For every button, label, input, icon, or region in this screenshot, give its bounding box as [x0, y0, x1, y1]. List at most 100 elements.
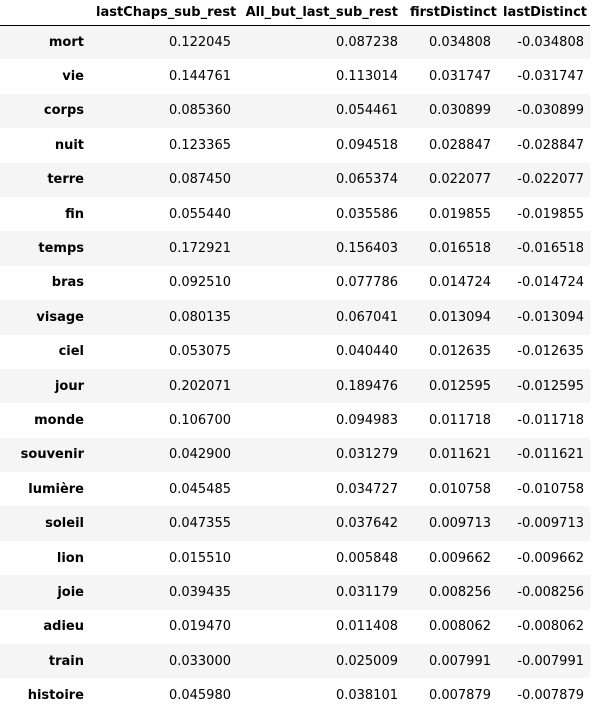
table-cell: 0.156403	[335, 241, 398, 257]
table-row: terre 0.087450 0.065374 0.022077 -0.022077	[0, 162, 590, 197]
table-cell: 0.012595	[428, 378, 491, 394]
table-row: soleil 0.047355 0.037642 0.009713 -0.009713	[0, 506, 590, 541]
table-cell: 0.007991	[428, 653, 491, 669]
table-cell: 0.012635	[428, 344, 491, 360]
table-cell: 0.045485	[168, 481, 231, 497]
table-cell: 0.037642	[335, 516, 398, 532]
table-cell: 0.080135	[168, 309, 231, 325]
table-cell: 0.022077	[428, 172, 491, 188]
table-cell: -0.007879	[517, 688, 584, 704]
table-row: joie 0.039435 0.031179 0.008256 -0.008256	[0, 575, 590, 610]
table-cell: 0.040440	[335, 344, 398, 360]
table-row: vie 0.144761 0.113014 0.031747 -0.031747	[0, 59, 590, 93]
table-row: mort 0.122045 0.087238 0.034808 -0.034808	[0, 25, 590, 60]
table-cell: 0.019855	[428, 206, 491, 222]
table-cell: -0.012635	[517, 344, 584, 360]
row-index-label: lumière	[28, 481, 84, 497]
table-cell: 0.031179	[335, 584, 398, 600]
row-index-label: train	[48, 653, 84, 669]
row-index-label: adieu	[43, 619, 84, 635]
table-cell: 0.202071	[168, 378, 231, 394]
table-cell: 0.031747	[428, 69, 491, 85]
row-index-label: monde	[34, 412, 84, 428]
table-cell: 0.122045	[168, 34, 231, 50]
table-cell: -0.011621	[517, 447, 584, 463]
table-row: fin 0.055440 0.035586 0.019855 -0.019855	[0, 197, 590, 231]
table-cell: 0.172921	[168, 241, 231, 257]
table-cell: -0.011718	[517, 412, 584, 428]
table-cell: 0.077786	[335, 275, 398, 291]
table-cell: 0.054461	[335, 103, 398, 119]
column-header-lastchaps-sub-rest: lastChaps_sub_rest	[90, 0, 237, 26]
table-cell: 0.008062	[428, 619, 491, 635]
table-cell: 0.009662	[428, 550, 491, 566]
table-cell: 0.011408	[335, 619, 398, 635]
table-header: lastChaps_sub_rest All_but_last_sub_rest…	[0, 0, 590, 26]
row-index-label: temps	[38, 241, 84, 257]
table-cell: 0.039435	[168, 584, 231, 600]
table-row: bras 0.092510 0.077786 0.014724 -0.014724	[0, 266, 590, 300]
row-index-label: visage	[36, 309, 84, 325]
table-cell: 0.053075	[168, 344, 231, 360]
table-cell: -0.014724	[517, 275, 584, 291]
table-cell: 0.113014	[335, 69, 398, 85]
dataframe-table: lastChaps_sub_rest All_but_last_sub_rest…	[0, 0, 590, 713]
table-row: lion 0.015510 0.005848 0.009662 -0.009662	[0, 541, 590, 575]
table-cell: 0.047355	[168, 516, 231, 532]
table-cell: 0.015510	[168, 550, 231, 566]
row-index-label: joie	[57, 584, 84, 600]
table-cell: 0.087450	[168, 172, 231, 188]
table-cell: -0.028847	[517, 137, 584, 153]
table-row: lumière 0.045485 0.034727 0.010758 -0.010758	[0, 472, 590, 506]
table-row: adieu 0.019470 0.011408 0.008062 -0.008062	[0, 610, 590, 644]
table-row: monde 0.106700 0.094983 0.011718 -0.011718	[0, 403, 590, 437]
table-cell: -0.008062	[517, 619, 584, 635]
table-cell: -0.010758	[517, 481, 584, 497]
table-cell: 0.085360	[168, 103, 231, 119]
header-row: lastChaps_sub_rest All_but_last_sub_rest…	[0, 0, 590, 26]
table-cell: 0.033000	[168, 653, 231, 669]
table-cell: 0.106700	[168, 412, 231, 428]
table-cell: -0.009713	[517, 516, 584, 532]
table-cell: 0.031279	[335, 447, 398, 463]
table-cell: 0.005848	[335, 550, 398, 566]
row-index-label: fin	[65, 206, 84, 222]
table-cell: 0.094518	[335, 137, 398, 153]
column-header-all-but-last-sub-rest: All_but_last_sub_rest	[237, 0, 404, 26]
table-body: mort 0.122045 0.087238 0.034808 -0.034808 vie…	[0, 25, 590, 713]
table-cell: 0.016518	[428, 241, 491, 257]
table-cell: 0.123365	[168, 137, 231, 153]
row-index-label: soleil	[45, 516, 84, 532]
column-header-firstdistinct: firstDistinct	[404, 0, 497, 26]
table-cell: 0.045980	[168, 688, 231, 704]
table-cell: 0.009713	[428, 516, 491, 532]
row-index-label: nuit	[54, 137, 84, 153]
table-cell: -0.022077	[517, 172, 584, 188]
table-cell: 0.087238	[335, 34, 398, 50]
table-cell: 0.042900	[168, 447, 231, 463]
row-index-label: terre	[47, 172, 84, 188]
table-row: temps 0.172921 0.156403 0.016518 -0.016518	[0, 231, 590, 266]
table-cell: -0.007991	[517, 653, 584, 669]
table-cell: 0.025009	[335, 653, 398, 669]
table-cell: 0.092510	[168, 275, 231, 291]
row-index-label: lion	[56, 550, 84, 566]
table-cell: 0.007879	[428, 688, 491, 704]
table-cell: 0.011621	[428, 447, 491, 463]
table-row: visage 0.080135 0.067041 0.013094 -0.013094	[0, 300, 590, 335]
table-cell: 0.028847	[428, 137, 491, 153]
table-cell: -0.034808	[517, 34, 584, 50]
table-cell: 0.013094	[428, 309, 491, 325]
table-cell: -0.009662	[517, 550, 584, 566]
table-cell: -0.031747	[517, 69, 584, 85]
table-row: souvenir 0.042900 0.031279 0.011621 -0.01162…	[0, 437, 590, 473]
table-row: nuit 0.123365 0.094518 0.028847 -0.028847	[0, 128, 590, 162]
table-cell: 0.008256	[428, 584, 491, 600]
table-cell: 0.030899	[428, 103, 491, 119]
table-cell: 0.034727	[335, 481, 398, 497]
table-cell: -0.016518	[517, 241, 584, 257]
row-index-label: vie	[62, 69, 84, 85]
index-header	[0, 0, 90, 26]
table-cell: 0.055440	[168, 206, 231, 222]
table-row: train 0.033000 0.025009 0.007991 -0.007991	[0, 644, 590, 679]
